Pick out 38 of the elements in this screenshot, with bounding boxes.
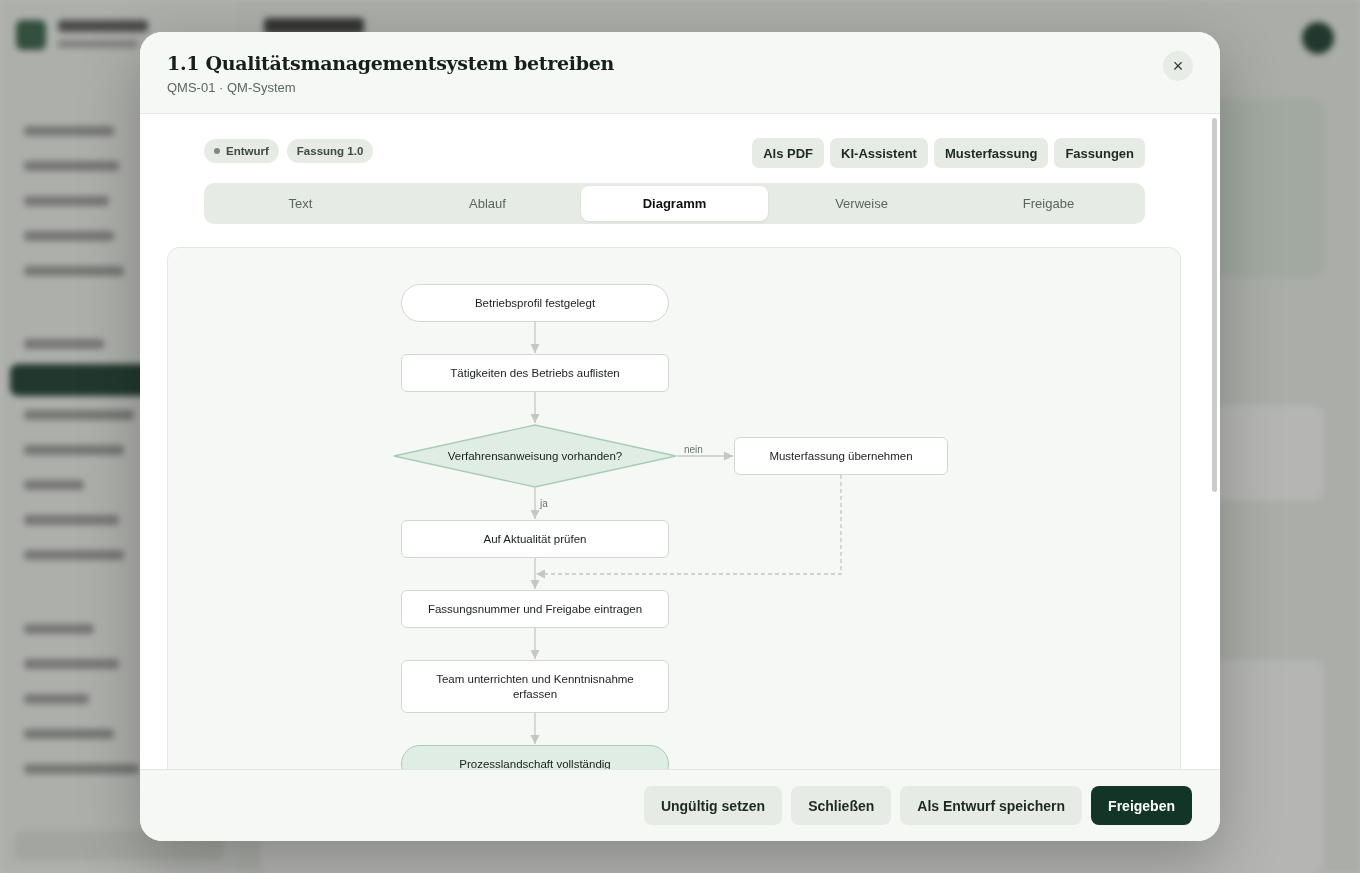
terminal-node: Betriebsprofil festgelegt — [401, 284, 669, 322]
decision-node: Verfahrensanweisung vorhanden? — [393, 424, 677, 488]
process-node: Musterfassung übernehmen — [734, 437, 948, 475]
dialog-subtitle: QMS-01 · QM-System — [167, 80, 297, 95]
footer-button[interactable]: Schließen — [791, 786, 892, 825]
tab[interactable]: Text — [207, 186, 394, 221]
toolbar-button[interactable]: Musterfassung — [933, 138, 1049, 168]
process-node: Team unterrichten und Kenntnisnahme erfassen — [401, 660, 669, 713]
status-chip: Entwurf — [204, 139, 279, 163]
process-node: Fassungsnummer und Freigabe eintragen — [401, 590, 669, 628]
dialog-title: 1.1 Qualitätsmanagementsystem betreiben — [167, 52, 614, 74]
connector-arrow — [530, 712, 540, 745]
avatar — [1302, 22, 1334, 54]
scrollbar[interactable] — [1212, 118, 1217, 492]
toolbar-button[interactable]: Fassungen — [1054, 138, 1145, 168]
footer-button[interactable]: Ungültig setzen — [643, 786, 783, 825]
logo-icon — [16, 20, 46, 50]
connector-arrow — [530, 557, 540, 590]
process-node: Tätigkeiten des Betriebs auflisten — [401, 354, 669, 392]
tab[interactable]: Ablauf — [394, 186, 581, 221]
footer-button[interactable]: Freigeben — [1091, 786, 1192, 825]
tab[interactable]: Diagramm — [581, 186, 768, 221]
status-dot-icon — [214, 148, 220, 154]
tab[interactable]: Freigabe — [955, 186, 1142, 221]
connector-arrow — [530, 487, 540, 520]
tab[interactable]: Verweise — [768, 186, 955, 221]
status-chip: Fassung 1.0 — [286, 139, 374, 163]
footer-button[interactable]: Als Entwurf speichern — [900, 786, 1083, 825]
edge-label: nein — [684, 444, 703, 455]
connector-arrow — [530, 321, 540, 354]
connector-arrow — [676, 451, 734, 461]
toolbar-button[interactable]: Als PDF — [752, 138, 825, 168]
connector-arrow — [530, 627, 540, 660]
connector-arrow — [530, 391, 540, 424]
process-node: Auf Aktualität prüfen — [401, 520, 669, 558]
edge-label: ja — [540, 498, 548, 509]
close-button[interactable]: × — [1163, 51, 1193, 81]
toolbar-button[interactable]: KI-Assistent — [830, 138, 928, 168]
